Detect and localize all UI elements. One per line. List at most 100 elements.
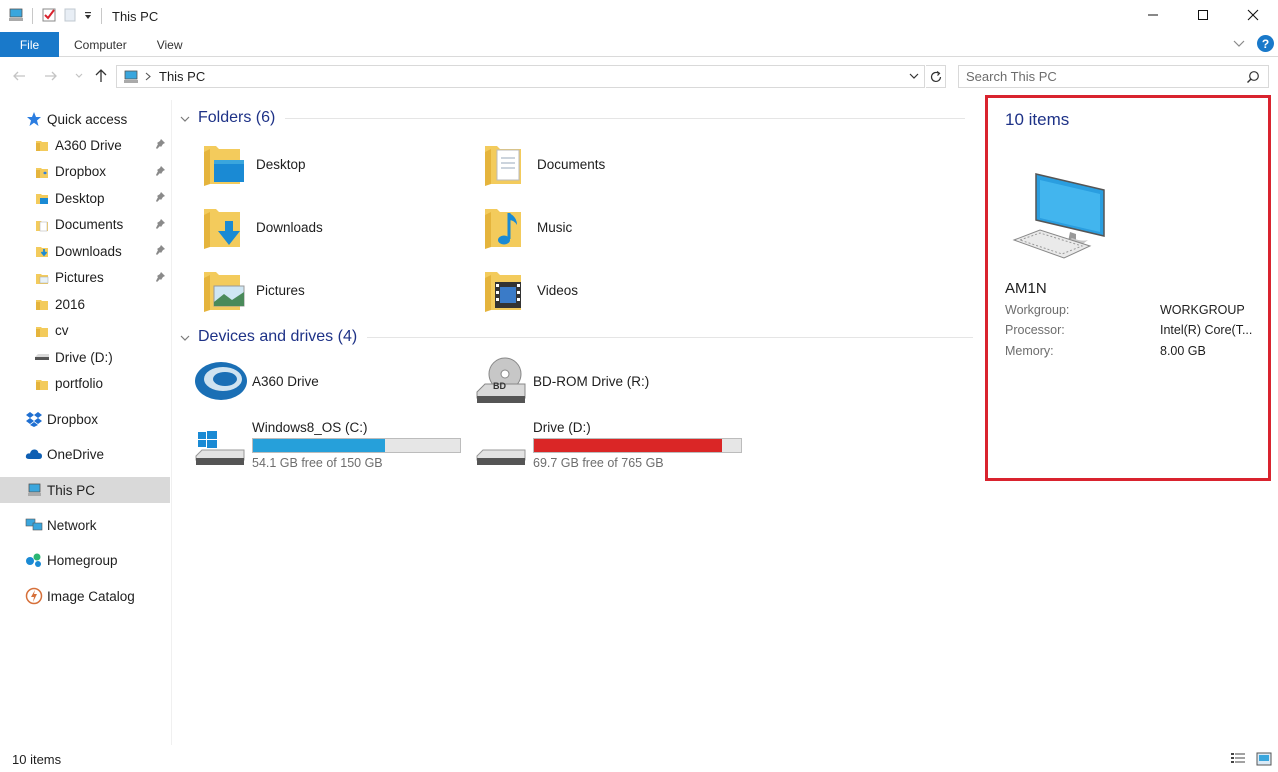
details-view-icon[interactable] xyxy=(1230,752,1246,769)
desktop-folder-icon xyxy=(33,189,51,207)
nav-quick-access[interactable]: Quick access xyxy=(0,106,170,132)
pictures-folder-icon xyxy=(33,269,51,287)
recent-locations-button[interactable] xyxy=(70,66,88,86)
nav-quick-drive-d[interactable]: Drive (D:) xyxy=(0,344,170,370)
drive-bd-rom[interactable]: BD BD-ROM Drive (R:) xyxy=(475,356,755,412)
drive-usage-fill xyxy=(253,439,386,452)
status-bar: 10 items xyxy=(0,748,1278,772)
chevron-down-icon[interactable] xyxy=(180,111,192,126)
drive-usage-bar xyxy=(252,438,461,453)
pin-icon[interactable] xyxy=(154,138,166,153)
dropbox-folder-icon xyxy=(33,163,51,181)
nav-quick-downloads[interactable]: Downloads xyxy=(0,238,170,264)
downloads-folder-icon xyxy=(33,242,51,260)
details-key: Memory: xyxy=(1005,344,1054,358)
nav-quick-cv[interactable]: cv xyxy=(0,318,170,344)
folder-pictures[interactable]: Pictures xyxy=(200,262,470,318)
nav-this-pc[interactable]: This PC xyxy=(0,477,170,503)
up-button[interactable] xyxy=(92,66,110,86)
image-catalog-icon xyxy=(25,587,43,605)
nav-quick-2016[interactable]: 2016 xyxy=(0,291,170,317)
nav-label: This PC xyxy=(47,482,96,498)
nav-homegroup[interactable]: Homegroup xyxy=(0,547,170,573)
ribbon-right-controls: ? xyxy=(1233,35,1274,52)
nav-label: Downloads xyxy=(55,243,122,259)
star-icon xyxy=(25,110,43,128)
minimize-button[interactable] xyxy=(1128,0,1178,30)
drive-label: Windows8_OS (C:) xyxy=(252,420,368,435)
nav-label: Desktop xyxy=(55,190,105,206)
nav-dropbox[interactable]: Dropbox xyxy=(0,406,170,432)
a360-drive-icon xyxy=(194,356,248,410)
nav-network[interactable]: Network xyxy=(0,512,170,538)
nav-label: Quick access xyxy=(47,111,128,127)
breadcrumb-this-pc[interactable]: This PC xyxy=(159,69,205,84)
new-folder-icon[interactable] xyxy=(63,7,77,26)
properties-icon[interactable] xyxy=(41,7,57,26)
drive-usage-fill xyxy=(534,439,723,452)
search-box[interactable] xyxy=(958,65,1269,88)
folder-videos[interactable]: Videos xyxy=(481,262,751,318)
help-button[interactable]: ? xyxy=(1257,35,1274,52)
folder-music[interactable]: Music xyxy=(481,199,751,255)
nav-image-catalog[interactable]: Image Catalog xyxy=(0,583,170,609)
address-row: This PC xyxy=(0,62,1278,90)
refresh-icon xyxy=(930,70,941,82)
large-icons-view-icon[interactable] xyxy=(1256,752,1272,769)
nav-onedrive[interactable]: OneDrive xyxy=(0,441,170,467)
folder-downloads[interactable]: Downloads xyxy=(200,199,470,255)
nav-label: 2016 xyxy=(55,296,86,312)
breadcrumb-chevron-icon[interactable] xyxy=(145,72,151,81)
address-dropdown-icon[interactable] xyxy=(908,69,920,86)
drive-d[interactable]: Drive (D:) 69.7 GB free of 765 GB xyxy=(475,418,755,474)
nav-quick-desktop[interactable]: Desktop xyxy=(0,185,170,211)
pin-icon[interactable] xyxy=(154,271,166,286)
details-value: WORKGROUP xyxy=(1160,303,1245,317)
folder-icon xyxy=(33,375,51,393)
this-pc-small-icon[interactable] xyxy=(8,8,24,25)
nav-quick-a360-drive[interactable]: A360 Drive xyxy=(0,132,170,158)
folder-label: Desktop xyxy=(256,156,306,172)
folder-desktop[interactable]: Desktop xyxy=(200,136,470,192)
group-header-folders[interactable]: Folders (6) xyxy=(180,106,966,130)
nav-quick-pictures[interactable]: Pictures xyxy=(0,265,170,291)
nav-label: Drive (D:) xyxy=(55,349,113,365)
close-button[interactable] xyxy=(1228,0,1278,30)
nav-quick-documents[interactable]: Documents xyxy=(0,212,170,238)
folder-label: Pictures xyxy=(256,282,305,298)
dropbox-icon xyxy=(25,410,43,428)
search-icon[interactable] xyxy=(1246,70,1260,87)
customize-toolbar-chevron-icon[interactable] xyxy=(83,9,93,24)
tab-file[interactable]: File xyxy=(0,32,59,57)
folder-documents[interactable]: Documents xyxy=(481,136,751,192)
nav-label: portfolio xyxy=(55,376,104,391)
refresh-button[interactable] xyxy=(926,65,946,88)
homegroup-icon xyxy=(25,551,43,569)
drive-a360[interactable]: A360 Drive xyxy=(194,356,474,412)
ribbon-tabs: File Computer View ? xyxy=(0,32,1278,57)
pin-icon[interactable] xyxy=(154,191,166,206)
expand-ribbon-chevron-icon[interactable] xyxy=(1233,36,1245,51)
nav-quick-dropbox[interactable]: Dropbox xyxy=(0,159,170,185)
nav-label: Network xyxy=(47,517,97,533)
pin-icon[interactable] xyxy=(154,218,166,233)
maximize-button[interactable] xyxy=(1178,0,1228,30)
nav-label: Pictures xyxy=(55,270,104,285)
quick-access-toolbar xyxy=(0,7,104,26)
group-header-devices[interactable]: Devices and drives (4) xyxy=(180,325,974,349)
tab-computer[interactable]: Computer xyxy=(59,32,142,57)
address-bar[interactable]: This PC xyxy=(116,65,925,88)
up-arrow-icon xyxy=(95,69,107,82)
forward-button[interactable] xyxy=(42,66,60,86)
chevron-down-icon[interactable] xyxy=(180,330,192,345)
pictures-folder-icon xyxy=(200,266,248,314)
pin-icon[interactable] xyxy=(154,165,166,180)
back-button[interactable] xyxy=(10,66,28,86)
nav-label: Dropbox xyxy=(55,164,107,179)
nav-quick-portfolio[interactable]: portfolio xyxy=(0,371,170,397)
pin-icon[interactable] xyxy=(154,244,166,259)
search-input[interactable] xyxy=(966,69,1236,84)
tab-view[interactable]: View xyxy=(142,32,198,57)
drive-windows8-os-c[interactable]: Windows8_OS (C:) 54.1 GB free of 150 GB xyxy=(194,418,474,474)
toolbar-separator xyxy=(101,8,102,24)
